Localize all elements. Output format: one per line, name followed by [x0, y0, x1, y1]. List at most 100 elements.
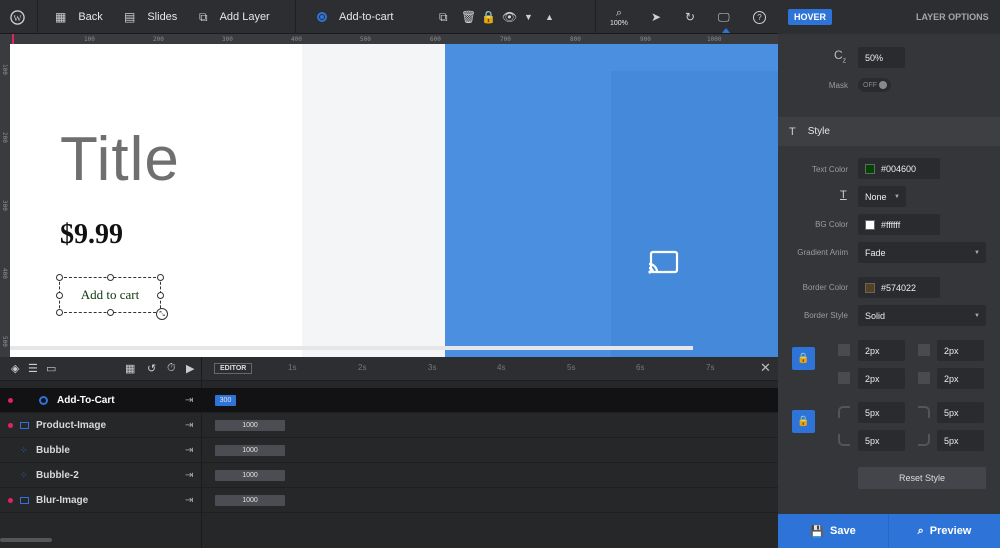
text-color-value: #004600	[881, 163, 917, 174]
scale-handle-icon[interactable]: ⤡	[156, 308, 168, 320]
layer-options-tab[interactable]: LAYER OPTIONS	[916, 12, 989, 22]
current-layer-selector[interactable]: Add-to-cart	[317, 0, 393, 34]
layer-row-product-image[interactable]: Product-Image ⇥ 1000	[0, 413, 778, 438]
close-icon[interactable]: ✕	[760, 360, 771, 376]
ruler-tick: 300	[1, 200, 8, 211]
border-width-left[interactable]: 2px	[937, 368, 984, 389]
eye-icon[interactable]: 👁	[502, 0, 517, 34]
ruler-tick: 300	[222, 36, 233, 43]
layer-row-add-to-cart[interactable]: Add-To-Cart ⇥ 300	[0, 388, 778, 413]
preview-button[interactable]: ⌕ Preview	[889, 514, 1000, 548]
save-button[interactable]: 💾 Save	[778, 514, 888, 548]
magnifier-icon: ⌕	[917, 524, 924, 537]
wordpress-logo-icon[interactable]: W	[10, 0, 25, 34]
mask-toggle[interactable]: OFF	[858, 78, 891, 92]
duration-bar[interactable]: 1000	[215, 419, 285, 431]
opacity-input[interactable]: 50%	[858, 47, 905, 68]
layer-row-blur-image[interactable]: Blur-Image ⇥ 1000	[0, 488, 778, 513]
slide-canvas[interactable]: Title $9.99 Add to cart ⤡	[10, 44, 778, 357]
border-style-value: Solid	[865, 310, 886, 321]
duplicate-icon[interactable]: ⧉	[439, 0, 448, 34]
mask-label: Mask	[828, 81, 848, 90]
product-image-placeholder[interactable]	[445, 44, 778, 357]
layers-icon[interactable]: ◈	[11, 362, 19, 375]
mask-toggle-label: OFF	[863, 81, 877, 89]
save-label: Save	[830, 525, 856, 537]
border-color-value: #574022	[881, 282, 917, 293]
duration-bar[interactable]: 1000	[215, 494, 285, 506]
border-radius-lock-icon[interactable]: 🔒	[792, 410, 815, 433]
title-layer[interactable]: Title	[60, 124, 180, 195]
bg-color-label: BG Color	[815, 220, 848, 229]
help-icon[interactable]: ?	[753, 0, 766, 34]
bg-color-input[interactable]: #ffffff	[858, 214, 940, 235]
timeline-header: ◈ ☰ ▭ ▦ ↺ ⏱ ▶ EDITOR 1s 2s 3s 4s 5s 6s 7…	[0, 357, 778, 548]
resize-handle[interactable]	[107, 274, 114, 281]
time-tick: 2s	[358, 363, 367, 372]
zoom-button[interactable]: ⌕ 100%	[610, 0, 628, 34]
blur-image-layer	[611, 71, 778, 357]
price-layer[interactable]: $9.99	[60, 219, 123, 251]
slides-button[interactable]: ▤ Slides	[124, 0, 177, 34]
resize-handle[interactable]	[157, 292, 164, 299]
loop-icon[interactable]: ↺	[147, 362, 156, 375]
gradient-anim-select[interactable]: Fade ▼	[858, 242, 986, 263]
radius-bottom-right[interactable]: 5px	[937, 430, 984, 451]
border-color-input[interactable]: #574022	[858, 277, 940, 298]
stopwatch-icon[interactable]: ⏱	[167, 362, 176, 375]
text-color-input[interactable]: #004600	[858, 158, 940, 179]
collapse-icon[interactable]: ⇥	[185, 445, 193, 456]
grid-snap-icon[interactable]: ▦	[125, 362, 135, 375]
time-tick: 5s	[567, 363, 576, 372]
radius-top-right[interactable]: 5px	[937, 402, 984, 423]
add-layer-label: Add Layer	[219, 11, 270, 23]
collapse-icon[interactable]: ⇥	[185, 470, 193, 481]
add-layer-button[interactable]: ⧉ Add Layer	[199, 0, 270, 34]
preview-label: Preview	[929, 525, 972, 537]
radius-bottom-left[interactable]: 5px	[858, 430, 905, 451]
move-up-icon[interactable]: ▲	[545, 0, 554, 34]
hover-tab[interactable]: HOVER	[788, 9, 833, 25]
add-to-cart-layer[interactable]: Add to cart ⤡	[56, 274, 168, 320]
timeline-scrollbar[interactable]	[0, 538, 52, 542]
duration-bar[interactable]: 1000	[215, 469, 285, 481]
chevron-down-icon: ▼	[894, 193, 900, 200]
resize-handle[interactable]	[56, 274, 63, 281]
layer-row-bubble-2[interactable]: ⁘ Bubble-2 ⇥ 1000	[0, 463, 778, 488]
back-button[interactable]: ▦ Back	[55, 0, 103, 34]
radius-top-left[interactable]: 5px	[858, 402, 905, 423]
border-width-bottom[interactable]: 2px	[858, 368, 905, 389]
lock-icon[interactable]: 🔒	[481, 0, 496, 34]
undo-icon[interactable]: ↻	[685, 0, 695, 34]
resize-handle[interactable]	[56, 309, 63, 316]
style-section-header[interactable]: T Style	[778, 117, 1000, 146]
slides-label: Slides	[147, 11, 178, 23]
border-width-lock-icon[interactable]: 🔒	[792, 347, 815, 370]
border-style-select[interactable]: Solid ▼	[858, 305, 986, 326]
resize-handle[interactable]	[56, 292, 63, 299]
back-label: Back	[78, 11, 103, 23]
border-width-right[interactable]: 2px	[937, 340, 984, 361]
duration-bar[interactable]: 1000	[215, 444, 285, 456]
collapse-icon[interactable]: ⇥	[185, 395, 193, 406]
list-icon[interactable]: ☰	[28, 362, 38, 375]
layer-row-bubble[interactable]: ⁘ Bubble ⇥ 1000	[0, 438, 778, 463]
bg-color-value: #ffffff	[881, 219, 901, 230]
text-decoration-select[interactable]: None ▼	[858, 186, 906, 207]
collapse-icon[interactable]: ⇥	[185, 495, 193, 506]
collapse-icon[interactable]: ⇥	[185, 420, 193, 431]
play-icon[interactable]: ▶	[186, 362, 194, 375]
border-width-top[interactable]: 2px	[858, 340, 905, 361]
move-down-icon[interactable]: ▼	[524, 0, 533, 34]
time-tick: 6s	[636, 363, 645, 372]
radio-dot-icon	[39, 395, 48, 405]
trash-icon[interactable]: 🗑	[461, 0, 476, 34]
time-tick: 3s	[428, 363, 437, 372]
duration-bar[interactable]: 300	[215, 394, 236, 406]
resize-handle[interactable]	[107, 309, 114, 316]
canvas-scrollbar[interactable]	[10, 346, 693, 350]
folder-icon[interactable]: ▭	[46, 362, 56, 375]
resize-handle[interactable]	[157, 274, 164, 281]
pointer-icon[interactable]: ➤	[651, 0, 661, 34]
reset-style-button[interactable]: Reset Style	[858, 467, 986, 489]
